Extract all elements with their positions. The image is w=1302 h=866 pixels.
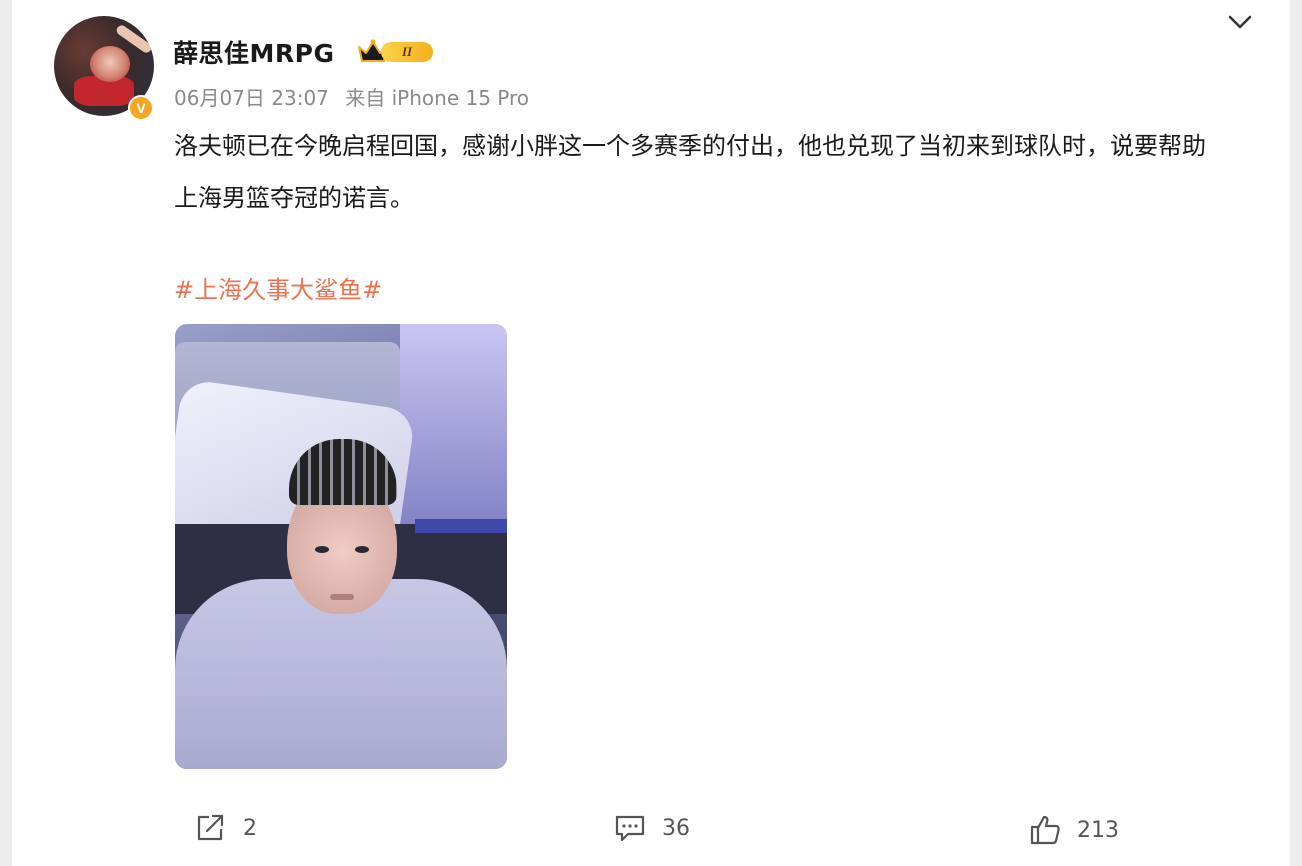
like-button[interactable]: 213 [1029, 814, 1119, 846]
chevron-down-icon[interactable] [1226, 10, 1254, 34]
left-eye [315, 546, 329, 553]
weibo-post-card: V 薛思佳MRPG II 06月07日 23:07 来自 iPhone 15 P… [12, 0, 1290, 866]
post-meta: 06月07日 23:07 来自 iPhone 15 Pro [174, 82, 529, 111]
mouth [330, 594, 354, 600]
hashtag-link[interactable]: #上海久事大鲨鱼# [174, 270, 382, 305]
post-timestamp[interactable]: 06月07日 23:07 [174, 86, 329, 110]
share-icon [197, 814, 224, 841]
right-eye [355, 546, 369, 553]
seat-stripe [415, 519, 507, 533]
post-source: 来自 iPhone 15 Pro [345, 86, 530, 110]
verified-badge-icon: V [128, 95, 154, 121]
like-count: 213 [1077, 817, 1119, 843]
thumbs-up-icon [1030, 815, 1060, 845]
comment-icon [615, 815, 645, 842]
post-content: 洛夫顿已在今晚启程回国，感谢小胖这一个多赛季的付出，他也兑现了当初来到球队时，说… [174, 132, 1206, 212]
vip-level-label: II [381, 42, 433, 62]
post-image[interactable] [175, 324, 507, 769]
cabin-light [400, 324, 507, 524]
comment-count: 36 [662, 815, 690, 841]
comment-button[interactable]: 36 [614, 812, 690, 844]
repost-count: 2 [243, 815, 257, 841]
avatar-figure [90, 46, 130, 82]
vip-badge[interactable]: II [357, 37, 437, 67]
repost-button[interactable]: 2 [195, 812, 257, 844]
username[interactable]: 薛思佳MRPG [173, 34, 334, 70]
